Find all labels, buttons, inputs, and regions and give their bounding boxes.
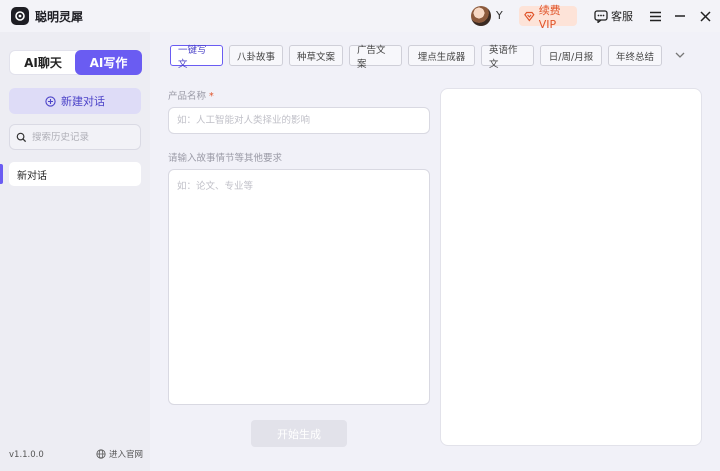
official-site-link[interactable]: 进入官网 bbox=[96, 448, 143, 460]
title-bar: 聪明灵犀 Y 续费VIP 客服 bbox=[0, 0, 720, 32]
official-link-label: 进入官网 bbox=[109, 450, 144, 460]
mode-chat-tab[interactable]: AI聊天 bbox=[10, 51, 76, 74]
avatar[interactable] bbox=[471, 6, 491, 26]
service-label: 客服 bbox=[611, 10, 633, 23]
vip-icon bbox=[524, 11, 535, 21]
start-generate-button[interactable]: 开始生成 bbox=[251, 420, 347, 447]
close-button[interactable] bbox=[697, 8, 713, 24]
renew-vip-button[interactable]: 续费VIP bbox=[519, 4, 577, 31]
output-panel bbox=[440, 88, 702, 446]
requirement-textarea[interactable] bbox=[168, 169, 430, 405]
product-name-input[interactable] bbox=[168, 107, 430, 134]
writing-type-tabs: 一键写文 八卦故事 种草文案 广告文案 埋点生成器 英语作文 日/周/月报 年终… bbox=[170, 45, 662, 70]
new-chat-button[interactable]: 新建对话 bbox=[9, 88, 141, 114]
globe-icon bbox=[96, 449, 106, 459]
customer-service-button[interactable]: 客服 bbox=[594, 8, 633, 24]
version-label: v1.1.0.0 bbox=[9, 450, 44, 460]
tab-tracking-generator[interactable]: 埋点生成器 bbox=[408, 45, 475, 66]
requirement-label: 请输入故事情节等其他要求 bbox=[168, 153, 283, 164]
more-tabs-button[interactable] bbox=[673, 48, 687, 62]
tab-ad-copy[interactable]: 广告文案 bbox=[349, 45, 402, 70]
tab-one-click-write[interactable]: 一键写文 bbox=[170, 45, 223, 70]
minimize-icon bbox=[675, 15, 685, 17]
product-name-label: 产品名称 * bbox=[168, 88, 214, 102]
required-mark: * bbox=[209, 91, 214, 102]
close-icon bbox=[699, 10, 711, 22]
vip-label: 续费VIP bbox=[538, 3, 561, 31]
search-icon bbox=[16, 132, 27, 142]
tab-annual-summary[interactable]: 年终总结 bbox=[608, 45, 662, 66]
product-name-text: 产品名称 bbox=[168, 91, 207, 102]
search-input[interactable] bbox=[32, 131, 132, 143]
chat-bubble-icon bbox=[594, 9, 608, 23]
chevron-down-icon bbox=[675, 52, 685, 58]
history-search bbox=[9, 124, 141, 150]
user-name[interactable]: Y bbox=[496, 9, 503, 22]
app-title: 聪明灵犀 bbox=[35, 10, 84, 24]
tab-gossip-story[interactable]: 八卦故事 bbox=[229, 45, 283, 66]
mode-write-tab[interactable]: AI写作 bbox=[75, 50, 142, 75]
sidebar: AI聊天 AI写作 新建对话 新对话 v1.1.0.0 进入官网 bbox=[0, 32, 150, 471]
new-chat-label: 新建对话 bbox=[61, 95, 105, 108]
conversation-item[interactable]: 新对话 bbox=[9, 162, 141, 186]
active-conversation-marker bbox=[0, 164, 3, 184]
tab-english-essay[interactable]: 英语作文 bbox=[481, 45, 534, 70]
conversation-label: 新对话 bbox=[17, 170, 47, 182]
main-panel: 一键写文 八卦故事 种草文案 广告文案 埋点生成器 英语作文 日/周/月报 年终… bbox=[150, 32, 720, 471]
tab-seeding-copy[interactable]: 种草文案 bbox=[289, 45, 343, 66]
minimize-button[interactable] bbox=[672, 8, 688, 24]
app-logo-icon bbox=[11, 7, 29, 25]
hamburger-icon bbox=[649, 11, 661, 21]
tab-report[interactable]: 日/周/月报 bbox=[540, 45, 602, 66]
menu-button[interactable] bbox=[647, 8, 663, 24]
mode-switch: AI聊天 AI写作 bbox=[9, 50, 142, 75]
plus-circle-icon bbox=[45, 95, 56, 107]
